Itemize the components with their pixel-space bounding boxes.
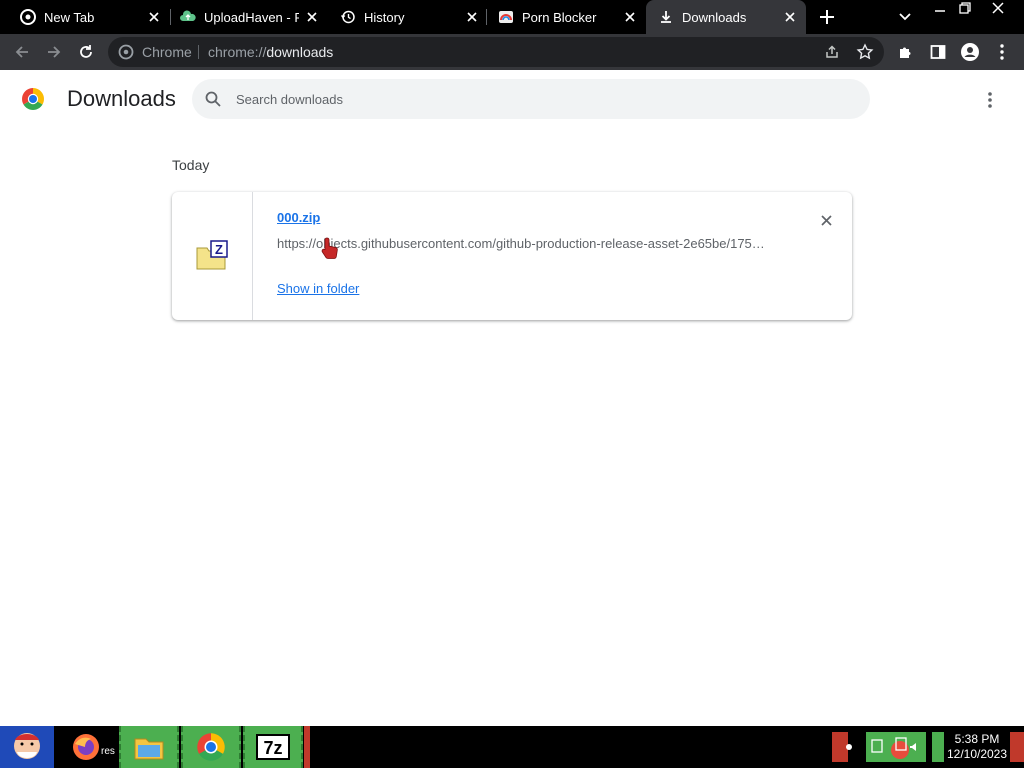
reload-button[interactable] [74, 40, 98, 64]
close-icon[interactable] [304, 9, 320, 25]
more-actions-icon[interactable] [980, 88, 1000, 112]
tab-title: New Tab [44, 9, 95, 25]
tab-strip: New Tab UploadHaven - Fi History Porn Bl… [0, 0, 1024, 34]
chrome-site-icon [118, 44, 134, 60]
taskbar-edge-marker [304, 726, 310, 768]
browser-toolbar: Chrome chrome://downloads [0, 34, 1024, 70]
tab-title: Porn Blocker [522, 9, 597, 25]
search-icon [204, 90, 222, 108]
close-icon[interactable] [622, 9, 638, 25]
history-icon [340, 9, 356, 25]
clock-date: 12/10/2023 [946, 747, 1008, 761]
chrome-icon [20, 9, 36, 25]
show-desktop-button[interactable] [1010, 732, 1024, 762]
minimize-button[interactable] [929, 0, 951, 16]
download-source-url: https://objects.githubusercontent.com/gi… [277, 236, 765, 251]
uploadhaven-icon [180, 9, 196, 25]
browser-menu-icon[interactable] [990, 40, 1014, 64]
bookmark-star-icon[interactable] [856, 43, 874, 66]
firefox-taskbar-icon[interactable] [68, 726, 104, 768]
extensions-puzzle-icon[interactable] [894, 40, 918, 64]
tab-new-tab[interactable]: New Tab [0, 0, 170, 34]
restore-button[interactable] [954, 0, 976, 16]
download-filename-link[interactable]: 000.zip [277, 210, 320, 225]
tray-dot-icon [846, 744, 852, 750]
zip-file-icon: Z [195, 238, 229, 272]
new-tab-button[interactable] [816, 6, 838, 28]
date-section-header: Today [172, 157, 210, 173]
back-button[interactable] [10, 40, 34, 64]
search-box[interactable] [192, 79, 870, 119]
tab-title: Downloads [682, 9, 747, 25]
downloads-header: Downloads [0, 70, 1024, 130]
chrome-logo-icon [21, 87, 45, 111]
tab-title: UploadHaven - Fi [204, 9, 299, 25]
tab-title: History [364, 9, 405, 25]
side-panel-icon[interactable] [926, 40, 950, 64]
show-in-folder-link[interactable]: Show in folder [277, 281, 359, 296]
taskbar: res 7z 5:38 PM 12/10/2023 [0, 726, 1024, 768]
file-icon-column: Z [172, 192, 253, 320]
search-input[interactable] [236, 79, 836, 119]
site-label: Chrome [142, 44, 192, 60]
tab-porn-blocker[interactable]: Porn Blocker [478, 0, 646, 34]
share-icon[interactable] [824, 44, 840, 65]
remove-download-button[interactable] [816, 210, 836, 230]
profile-avatar-icon[interactable] [958, 40, 982, 64]
chevron-down-icon[interactable] [896, 8, 914, 26]
file-explorer-taskbar-icon[interactable] [119, 726, 179, 768]
clock-time: 5:38 PM [954, 732, 1000, 746]
forward-button[interactable] [42, 40, 66, 64]
porn-blocker-icon [498, 9, 514, 25]
tab-history[interactable]: History [320, 0, 488, 34]
7zip-taskbar-icon[interactable]: 7z [243, 726, 303, 768]
omnibox-divider [198, 45, 199, 59]
address-bar[interactable]: Chrome chrome://downloads [108, 37, 884, 67]
chrome-taskbar-icon[interactable] [181, 726, 241, 768]
tray-marker-green [932, 732, 944, 762]
system-tray[interactable] [866, 732, 926, 762]
taskbar-clock[interactable]: 5:38 PM 12/10/2023 [946, 732, 1008, 762]
hand-cursor-icon [321, 236, 341, 260]
svg-text:Z: Z [215, 242, 223, 257]
taskbar-label: res [101, 746, 115, 757]
url-text: chrome://downloads [208, 44, 334, 60]
window-close-button[interactable] [987, 0, 1009, 16]
tab-downloads[interactable]: Downloads [646, 0, 806, 34]
tab-uploadhaven[interactable]: UploadHaven - Fi [160, 0, 328, 34]
close-icon[interactable] [782, 9, 798, 25]
start-button[interactable] [0, 726, 54, 768]
download-icon [658, 9, 674, 25]
download-item: Z 000.zip https://objects.githubusercont… [172, 192, 852, 320]
page-title: Downloads [67, 86, 176, 111]
svg-text:7z: 7z [263, 738, 282, 758]
